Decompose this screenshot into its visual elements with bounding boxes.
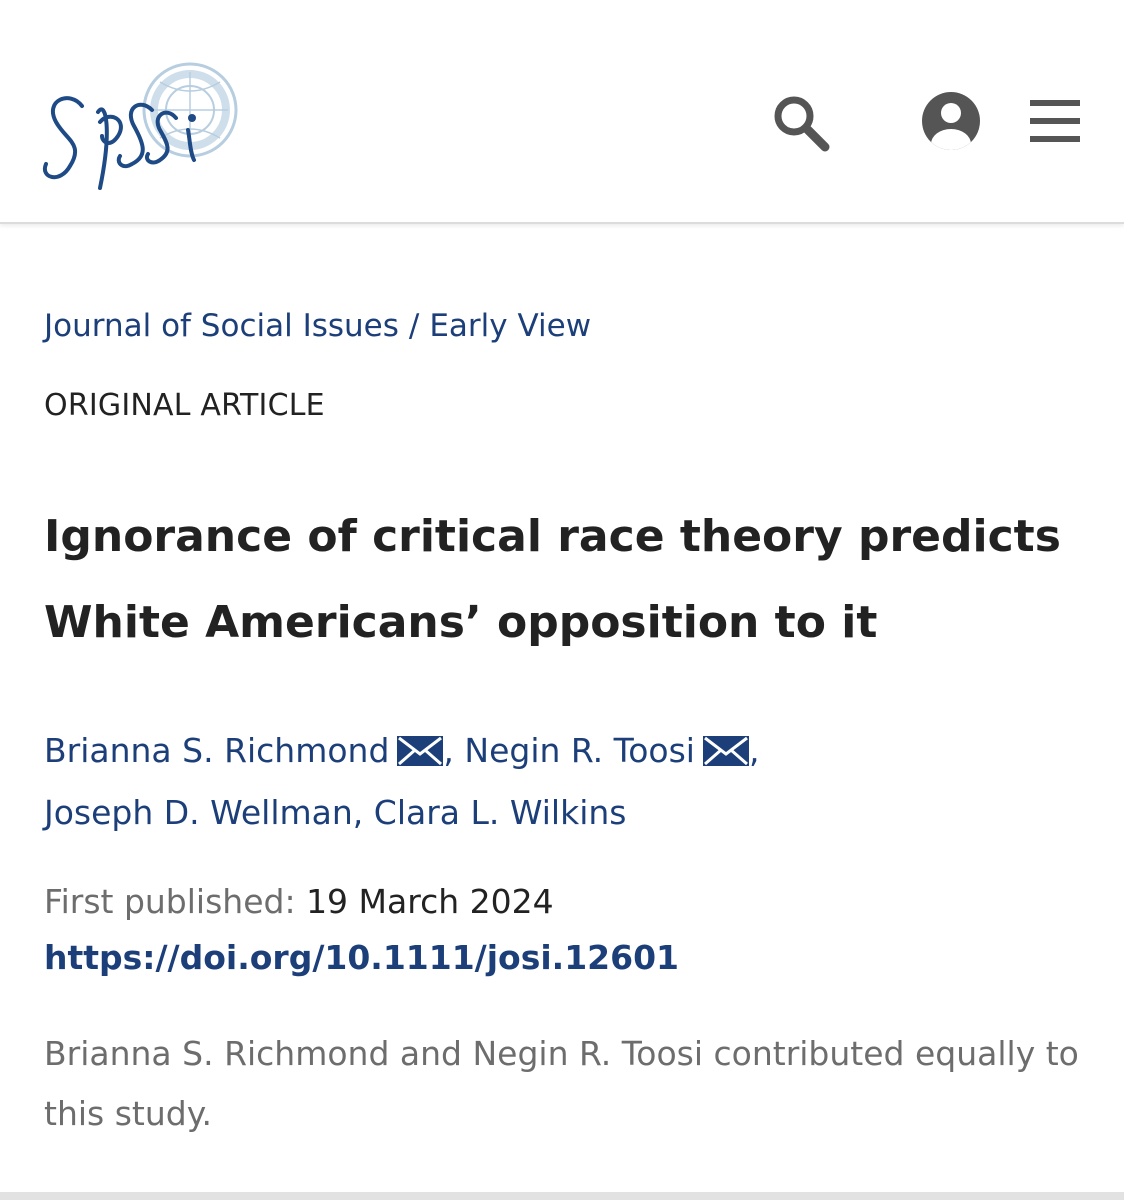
author-link[interactable]: Negin R. Toosi: [464, 731, 695, 770]
author-list: Brianna S. Richmond, Negin R. Toosi, Jos…: [44, 720, 1084, 844]
publication-date: First published: 19 March 2024: [44, 880, 554, 924]
email-icon: [702, 736, 749, 766]
published-date: 19 March 2024: [306, 882, 554, 921]
author-email-link[interactable]: [389, 731, 444, 770]
menu-button[interactable]: [1026, 96, 1084, 146]
spssi-logo[interactable]: [40, 60, 270, 200]
menu-icon: [1030, 100, 1080, 142]
author-link[interactable]: Brianna S. Richmond: [44, 731, 389, 770]
article-type: ORIGINAL ARTICLE: [44, 388, 325, 423]
author-email-link[interactable]: [695, 731, 749, 770]
email-icon: [397, 736, 444, 766]
breadcrumb-journal-link[interactable]: Journal of Social Issues: [44, 308, 399, 344]
account-icon: [922, 92, 980, 150]
contribution-note: Brianna S. Richmond and Negin R. Toosi c…: [44, 1034, 1079, 1133]
account-button[interactable]: [918, 88, 984, 154]
author-link[interactable]: Clara L. Wilkins: [374, 793, 627, 832]
doi-link[interactable]: https://doi.org/10.1111/josi.12601: [44, 938, 679, 977]
article-title: Ignorance of critical race theory predic…: [44, 511, 1061, 648]
breadcrumb-section-link[interactable]: Early View: [429, 308, 591, 344]
breadcrumb-separator: /: [408, 308, 420, 344]
author-separator: ,: [748, 731, 760, 770]
author-separator: ,: [352, 793, 364, 832]
published-label: First published:: [44, 882, 296, 921]
breadcrumb: Journal of Social Issues / Early View: [44, 308, 591, 344]
site-header: [0, 0, 1124, 224]
author-link[interactable]: Joseph D. Wellman: [44, 793, 353, 832]
spssi-logo-graphic: [42, 62, 238, 190]
search-button[interactable]: [770, 92, 832, 154]
section-divider: [0, 1192, 1124, 1200]
author-separator: ,: [443, 731, 454, 770]
search-icon: [774, 96, 830, 152]
